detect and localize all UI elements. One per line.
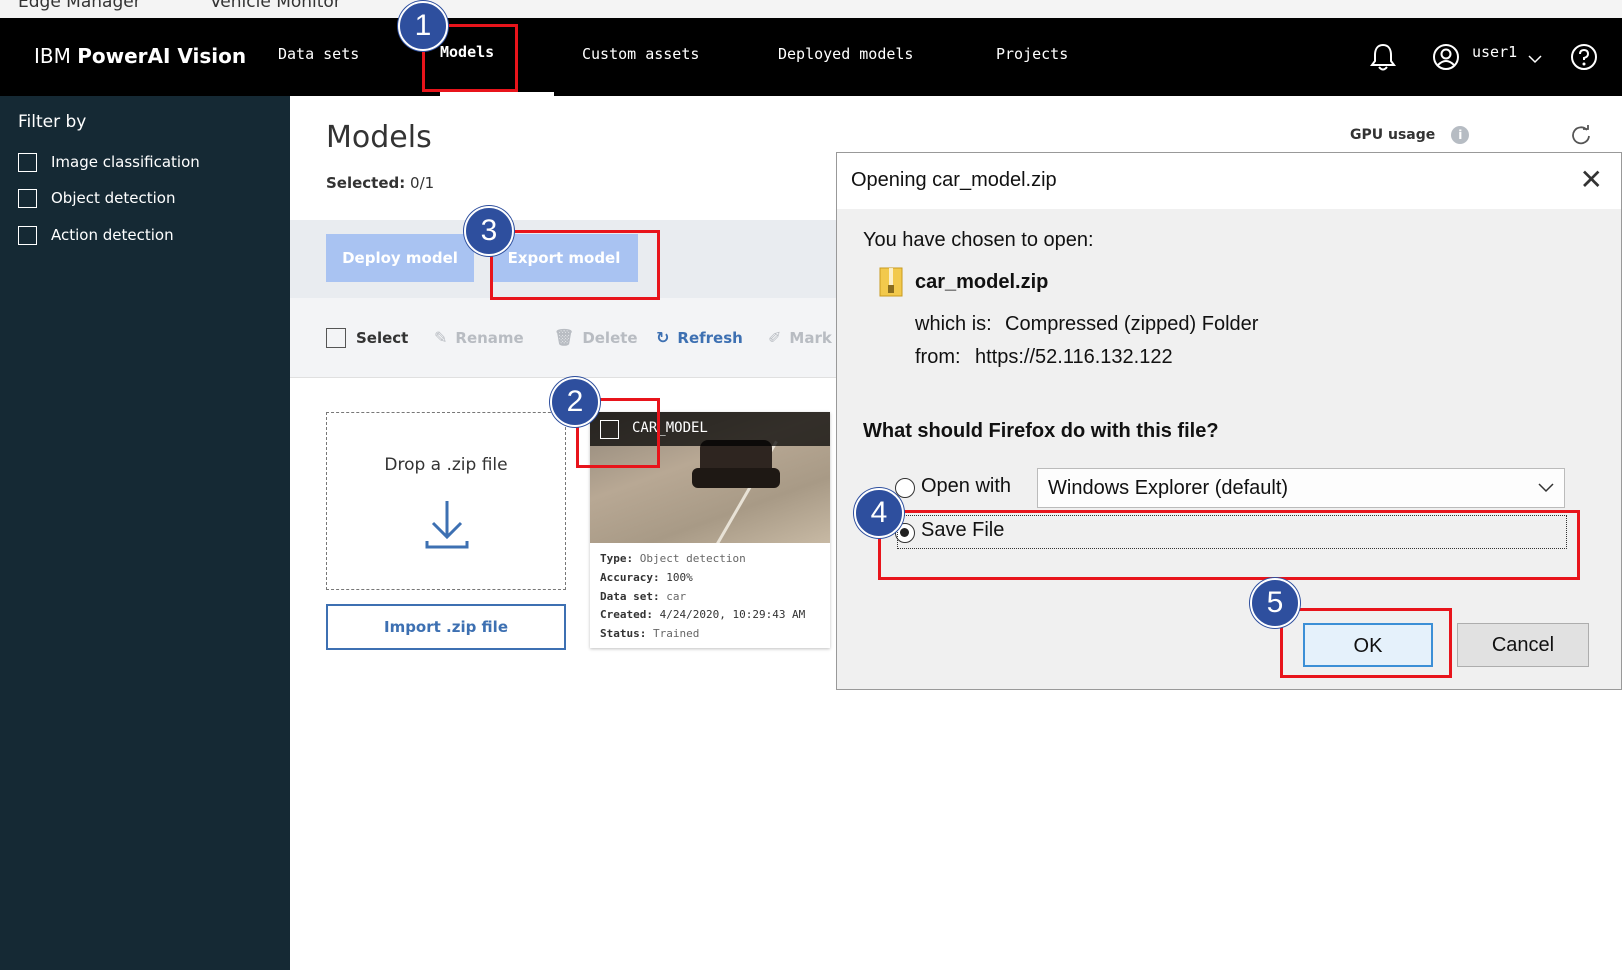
browser-bookmark-strip: Edge Manager Vehicle Monitor xyxy=(0,0,1622,18)
refresh-label: Refresh xyxy=(677,328,743,347)
pencil-icon: ✎ xyxy=(434,328,448,347)
brand-logo[interactable]: IBM PowerAI Vision xyxy=(34,44,246,68)
nav-deployed-models[interactable]: Deployed models xyxy=(778,45,913,63)
trash-icon: 🗑 xyxy=(554,328,575,347)
cancel-button[interactable]: Cancel xyxy=(1457,623,1589,667)
close-icon[interactable]: ✕ xyxy=(1580,163,1603,196)
user-menu-label[interactable]: user1 xyxy=(1472,43,1517,61)
filter-sidebar: Filter by Image classification Object de… xyxy=(0,96,290,970)
rename-label: Rename xyxy=(455,328,524,347)
filter-label: Object detection xyxy=(51,189,176,207)
model-accuracy: Accuracy: 100% xyxy=(600,571,693,584)
nav-custom-assets[interactable]: Custom assets xyxy=(582,45,699,63)
select-label: Select xyxy=(356,329,409,347)
open-with-value: Windows Explorer (default) xyxy=(1048,477,1289,499)
selection-count: Selected: 0/1 xyxy=(326,174,434,192)
step-badge-3: 3 xyxy=(464,206,514,256)
chosen-to-open-label: You have chosen to open: xyxy=(863,229,1094,251)
step-badge-4: 4 xyxy=(854,488,904,538)
help-icon[interactable] xyxy=(1569,42,1599,72)
dialog-filename: car_model.zip xyxy=(915,271,1049,293)
filter-label: Image classification xyxy=(51,153,200,171)
delete-button[interactable]: 🗑 Delete xyxy=(554,328,638,347)
refresh-icon: ↻ xyxy=(656,328,670,347)
open-with-label[interactable]: Open with xyxy=(921,475,1011,498)
deploy-model-button[interactable]: Deploy model xyxy=(326,234,474,282)
dropzone-text: Drop a .zip file xyxy=(384,455,508,475)
open-with-radio[interactable] xyxy=(895,478,915,498)
model-status: Status: Trained xyxy=(600,627,700,640)
delete-label: Delete xyxy=(582,328,638,347)
chevron-down-icon[interactable] xyxy=(1528,54,1542,64)
edit-icon: ✐ xyxy=(768,328,782,347)
model-created: Created: 4/24/2020, 10:29:43 AM xyxy=(600,608,806,621)
info-icon[interactable]: i xyxy=(1451,126,1470,144)
gpu-usage-label: GPU usage xyxy=(1350,127,1436,143)
user-circle-icon[interactable] xyxy=(1432,43,1460,71)
which-is-label: which is: xyxy=(915,313,992,335)
refresh-button[interactable]: ↻ Refresh xyxy=(656,328,743,347)
nav-data-sets[interactable]: Data sets xyxy=(278,45,359,63)
filter-image-classification[interactable]: Image classification xyxy=(18,151,200,173)
zip-dropzone[interactable]: Drop a .zip file xyxy=(326,412,566,590)
brand-prefix: IBM xyxy=(34,44,71,68)
nav-projects[interactable]: Projects xyxy=(996,45,1068,63)
mark-button[interactable]: ✐ Mark xyxy=(768,328,832,347)
gpu-usage[interactable]: GPU usage i xyxy=(1350,126,1470,144)
bell-icon[interactable] xyxy=(1369,42,1397,72)
selected-label: Selected: xyxy=(326,174,406,192)
highlight-save-file xyxy=(878,510,1580,580)
mark-label: Mark xyxy=(789,328,832,347)
step-badge-1: 1 xyxy=(398,1,448,51)
open-with-select[interactable]: Windows Explorer (default) xyxy=(1037,468,1565,508)
from-value: https://52.116.132.122 xyxy=(975,346,1173,368)
checkbox[interactable] xyxy=(326,328,346,348)
chevron-down-icon xyxy=(1538,483,1554,493)
filter-title: Filter by xyxy=(18,112,87,132)
bookmark-edge-manager[interactable]: Edge Manager xyxy=(18,0,141,12)
model-type: Type: Object detection xyxy=(600,552,746,565)
highlight-export-button xyxy=(490,230,660,300)
download-dialog: Opening car_model.zip ✕ You have chosen … xyxy=(836,152,1622,690)
filter-object-detection[interactable]: Object detection xyxy=(18,187,175,209)
highlight-ok-button xyxy=(1280,608,1452,678)
dialog-titlebar: Opening car_model.zip ✕ xyxy=(837,153,1621,209)
import-zip-button[interactable]: Import .zip file xyxy=(326,604,566,650)
zip-folder-icon xyxy=(879,267,903,297)
dialog-question: What should Firefox do with this file? xyxy=(863,420,1219,442)
bookmark-vehicle-monitor[interactable]: Vehicle Monitor xyxy=(210,0,341,12)
from-label: from: xyxy=(915,346,961,368)
checkbox[interactable] xyxy=(18,188,37,208)
dialog-title: Opening car_model.zip xyxy=(851,169,1057,191)
download-icon xyxy=(425,501,469,549)
step-badge-5: 5 xyxy=(1250,578,1300,628)
step-badge-2: 2 xyxy=(550,377,600,427)
selected-value: 0/1 xyxy=(410,174,435,192)
refresh-icon[interactable] xyxy=(1570,124,1592,146)
app-header: IBM PowerAI Vision Data sets Models Cust… xyxy=(0,18,1622,96)
select-all-checkbox[interactable]: Select xyxy=(326,328,408,348)
page-title: Models xyxy=(326,120,432,155)
filter-label: Action detection xyxy=(51,226,174,244)
checkbox[interactable] xyxy=(18,225,37,245)
rename-button[interactable]: ✎ Rename xyxy=(434,328,524,347)
checkbox[interactable] xyxy=(18,152,37,172)
which-is-value: Compressed (zipped) Folder xyxy=(1005,313,1259,335)
brand-name: PowerAI Vision xyxy=(77,44,247,68)
model-dataset: Data set: car xyxy=(600,590,687,603)
filter-action-detection[interactable]: Action detection xyxy=(18,224,174,246)
